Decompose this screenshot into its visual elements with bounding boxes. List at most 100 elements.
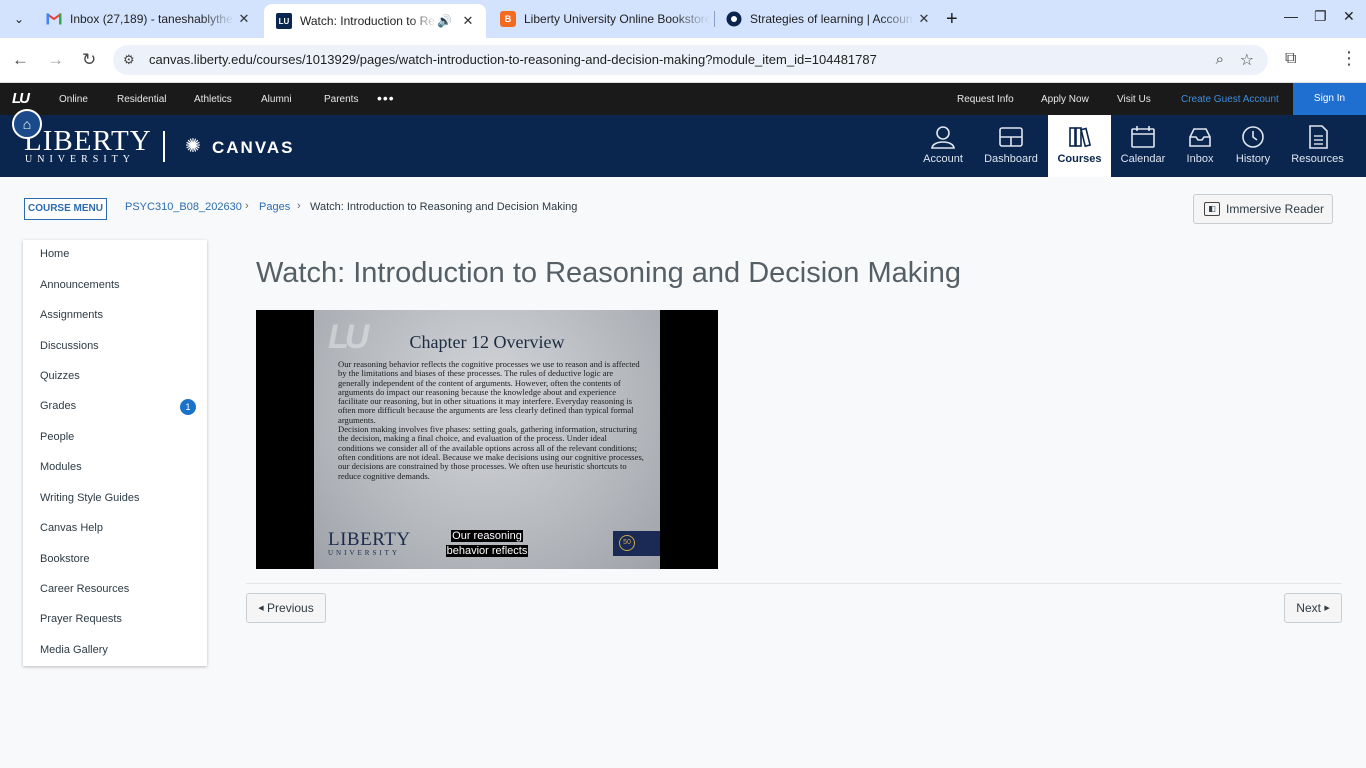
liberty-logo-text[interactable]: LIBERTY	[24, 127, 152, 156]
course-nav-assignments[interactable]: Assignments	[40, 309, 103, 321]
calendar-icon	[1131, 126, 1155, 148]
breadcrumb-course-link[interactable]: PSYC310_B08_202630	[125, 201, 242, 213]
previous-button[interactable]: ◀ Previous	[246, 593, 326, 623]
lu-logo[interactable]: LU	[12, 90, 30, 107]
global-nav-dashboard[interactable]: Dashboard	[982, 115, 1040, 177]
close-window-icon[interactable]: ✕	[1343, 8, 1355, 25]
course-nav-quizzes[interactable]: Quizzes	[40, 370, 80, 382]
course-nav-modules[interactable]: Modules	[40, 461, 82, 473]
address-bar[interactable]: ⚙ canvas.liberty.edu/courses/1013929/pag…	[113, 45, 1268, 75]
course-nav-prayer-requests[interactable]: Prayer Requests	[40, 613, 122, 625]
link-parents[interactable]: Parents	[324, 94, 358, 105]
course-nav-bookstore[interactable]: Bookstore	[40, 553, 90, 565]
breadcrumb-current: Watch: Introduction to Reasoning and Dec…	[310, 201, 578, 213]
slide-paragraph: Our reasoning behavior reflects the cogn…	[338, 359, 640, 425]
course-nav-people[interactable]: People	[40, 431, 74, 443]
resources-icon	[1308, 125, 1328, 149]
course-nav-career-resources[interactable]: Career Resources	[40, 583, 129, 595]
global-nav-label: Account	[923, 153, 963, 165]
accessibility-icon[interactable]: ⌂	[12, 109, 42, 139]
close-icon[interactable]: ✕	[234, 11, 254, 27]
link-alumni[interactable]: Alumni	[261, 94, 292, 105]
browser-toolbar: ← → ↻ ⚙ canvas.liberty.edu/courses/10139…	[0, 38, 1366, 83]
browser-tab-strategies[interactable]: Strategies of learning | Account ✕	[714, 4, 942, 34]
slide-logo-university: UNIVERSITY	[328, 549, 400, 557]
link-visit-us[interactable]: Visit Us	[1117, 94, 1151, 105]
link-athletics[interactable]: Athletics	[194, 94, 232, 105]
browser-tab-active[interactable]: LU Watch: Introduction to Reasoning and …	[264, 4, 486, 38]
global-nav-courses[interactable]: Courses	[1048, 115, 1111, 174]
more-links-icon[interactable]: •••	[377, 90, 395, 106]
triangle-left-icon: ◀	[258, 604, 264, 612]
course-navigation: Home Announcements Assignments Discussio…	[23, 240, 207, 666]
speaker-icon[interactable]: 🔊	[437, 14, 452, 28]
new-tab-icon[interactable]: +	[946, 8, 958, 31]
close-icon[interactable]: ✕	[458, 13, 478, 29]
bookmark-star-icon[interactable]: ☆	[1240, 50, 1254, 70]
courses-icon	[1068, 127, 1091, 148]
course-nav-writing-style-guides[interactable]: Writing Style Guides	[40, 492, 139, 504]
close-icon[interactable]: ✕	[914, 11, 934, 27]
sign-in-button[interactable]: Sign In	[1293, 83, 1366, 115]
global-nav-label: Inbox	[1186, 153, 1214, 165]
dashboard-icon	[999, 127, 1023, 147]
global-nav-label: Courses	[1057, 153, 1102, 165]
history-icon	[1242, 126, 1264, 148]
course-nav-announcements[interactable]: Announcements	[40, 279, 120, 291]
immersive-reader-button[interactable]: ◧ Immersive Reader	[1193, 194, 1333, 224]
zoom-icon[interactable]: ⌕	[1216, 51, 1224, 68]
link-request-info[interactable]: Request Info	[957, 94, 1014, 105]
course-nav-home[interactable]: Home	[40, 248, 69, 260]
extensions-icon[interactable]: ⧉	[1285, 50, 1296, 68]
triangle-right-icon: ▶	[1324, 604, 1330, 612]
next-button[interactable]: Next ▶	[1284, 593, 1342, 623]
slide-logo-liberty: LIBERTY	[328, 529, 411, 550]
chevron-right-icon: ›	[245, 200, 249, 212]
content-divider	[246, 583, 1342, 584]
university-logo-text: UNIVERSITY	[25, 154, 135, 165]
browser-tab-strip: ⌄ Inbox (27,189) - taneshablythe ✕ LU Wa…	[0, 0, 1366, 38]
global-nav-resources[interactable]: Resources	[1290, 115, 1345, 177]
reload-icon[interactable]: ↻	[82, 50, 96, 70]
browser-tab-gmail[interactable]: Inbox (27,189) - taneshablythe ✕	[34, 4, 262, 34]
video-player[interactable]: LU Chapter 12 Overview Our reasoning beh…	[256, 310, 718, 569]
restore-icon[interactable]: ❐	[1314, 8, 1327, 25]
tab-search-button[interactable]: ⌄	[6, 7, 32, 31]
tab-title: Inbox (27,189) - taneshablythe	[70, 12, 233, 26]
global-nav-inbox[interactable]: Inbox	[1178, 115, 1222, 177]
bookstore-icon: B	[500, 11, 516, 27]
global-nav-account[interactable]: Account	[917, 115, 969, 177]
link-online[interactable]: Online	[59, 94, 88, 105]
global-nav-label: Dashboard	[984, 153, 1038, 165]
back-icon[interactable]: ←	[12, 50, 29, 70]
breadcrumb-course[interactable]: PSYC310_B08_202630	[125, 201, 242, 213]
course-nav-canvas-help[interactable]: Canvas Help	[40, 522, 103, 534]
slide-paragraph: Decision making involves five phases: se…	[338, 424, 644, 481]
minimize-icon[interactable]: —	[1284, 8, 1298, 24]
browser-menu-icon[interactable]: ⋮	[1340, 48, 1358, 69]
link-residential[interactable]: Residential	[117, 94, 166, 105]
tab-title: Liberty University Online Bookstore	[524, 12, 710, 26]
chevron-right-icon: ›	[297, 200, 301, 212]
course-menu-button[interactable]: COURSE MENU	[24, 198, 107, 220]
breadcrumb-pages-link[interactable]: Pages	[259, 201, 290, 213]
video-caption: Our reasoning behavior reflects	[442, 529, 532, 559]
browser-tab-bookstore[interactable]: B Liberty University Online Bookstore	[488, 4, 710, 34]
account-site-icon	[726, 11, 742, 27]
site-info-icon[interactable]: ⚙	[123, 52, 135, 68]
link-apply-now[interactable]: Apply Now	[1041, 94, 1089, 105]
global-nav-history[interactable]: History	[1230, 115, 1276, 177]
forward-icon[interactable]: →	[47, 50, 64, 70]
course-nav-grades[interactable]: Grades	[40, 400, 76, 412]
course-nav-media-gallery[interactable]: Media Gallery	[40, 644, 108, 656]
active-nav-indicator	[1048, 174, 1111, 177]
breadcrumb-pages[interactable]: Pages	[259, 201, 290, 213]
liberty-favicon-icon: LU	[276, 13, 292, 29]
account-icon	[931, 126, 955, 149]
slide-title: Chapter 12 Overview	[409, 332, 565, 352]
global-nav-calendar[interactable]: Calendar	[1118, 115, 1168, 177]
next-label: Next	[1296, 601, 1321, 615]
course-nav-discussions[interactable]: Discussions	[40, 340, 99, 352]
url-text[interactable]: canvas.liberty.edu/courses/1013929/pages…	[149, 52, 877, 67]
create-guest-account-link[interactable]: Create Guest Account	[1181, 94, 1279, 105]
